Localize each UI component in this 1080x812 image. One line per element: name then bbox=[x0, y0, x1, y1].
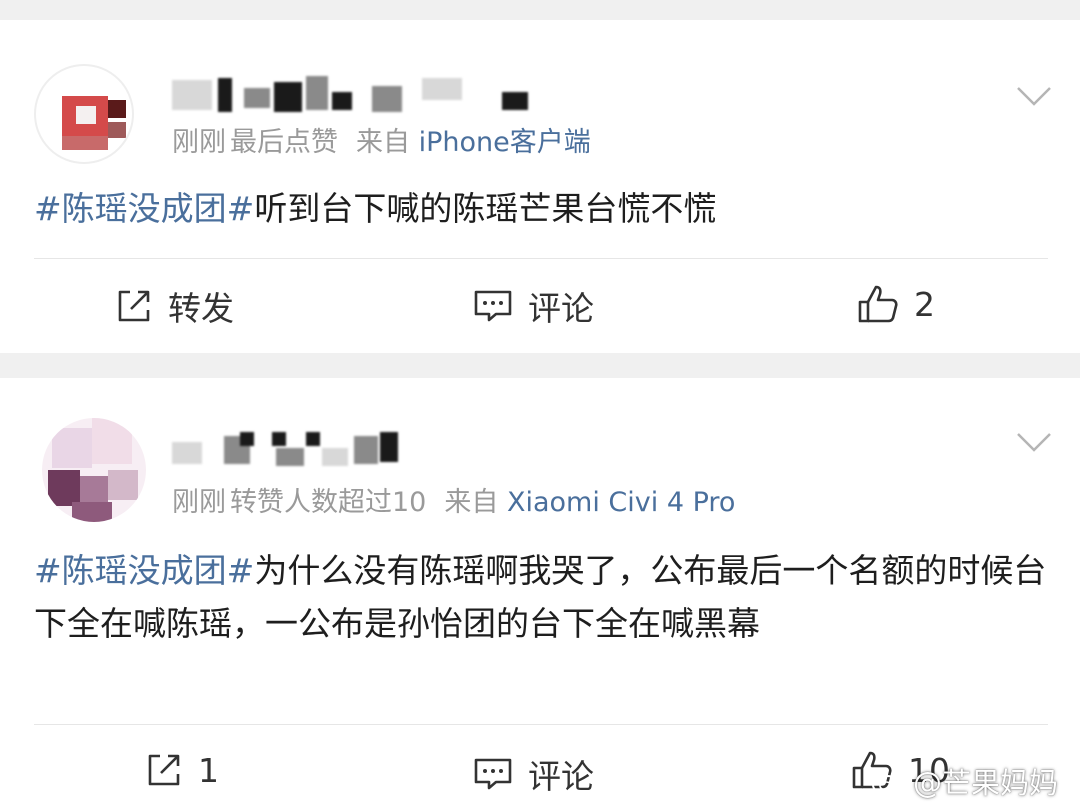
avatar[interactable] bbox=[34, 64, 134, 164]
post-text: 听到台下喊的陈瑶芒果台慌不慌 bbox=[254, 189, 717, 228]
weibo-logo-icon bbox=[871, 769, 906, 795]
meta-extra: 最后点赞 bbox=[230, 127, 338, 158]
post-content: #陈瑶没成团#听到台下喊的陈瑶芒果台慌不慌 bbox=[34, 182, 1048, 235]
post-card[interactable]: 刚刚 转赞人数超过10 来自 Xiaomi Civi 4 Pro #陈瑶没成团#为什… bbox=[0, 378, 1080, 812]
comment-label: 评论 bbox=[528, 289, 594, 328]
like-count: 2 bbox=[914, 284, 935, 324]
repost-button[interactable]: 1 bbox=[144, 750, 219, 790]
comment-label: 评论 bbox=[528, 757, 594, 796]
post-card[interactable]: 刚刚 最后点赞 来自 iPhone客户端 #陈瑶没成团#听到台下喊的陈瑶芒果台慌不慌… bbox=[0, 20, 1080, 353]
watermark-text: @芒果妈妈 bbox=[912, 766, 1058, 800]
repost-icon bbox=[148, 754, 180, 786]
repost-button[interactable]: 转发 bbox=[114, 282, 234, 330]
like-icon bbox=[858, 285, 898, 323]
post-content: #陈瑶没成团#为什么没有陈瑶啊我哭了，公布最后一个名额的时候台下全在喊陈瑶，一公… bbox=[34, 544, 1048, 650]
meta-extra: 转赞人数超过10 bbox=[230, 487, 427, 518]
repost-label: 转发 bbox=[168, 289, 234, 328]
comment-icon bbox=[474, 758, 512, 790]
divider bbox=[34, 724, 1048, 725]
top-gap bbox=[0, 0, 1080, 20]
repost-icon bbox=[118, 290, 150, 322]
username-blurred[interactable] bbox=[172, 428, 412, 468]
chevron-down-icon[interactable] bbox=[1016, 424, 1052, 460]
post-meta: 刚刚 最后点赞 来自 iPhone客户端 bbox=[172, 120, 591, 159]
post-meta: 刚刚 转赞人数超过10 来自 Xiaomi Civi 4 Pro bbox=[172, 480, 735, 519]
chevron-down-icon[interactable] bbox=[1016, 78, 1052, 114]
meta-from: 来自 bbox=[356, 127, 410, 158]
comment-button[interactable]: 评论 bbox=[472, 750, 594, 798]
comment-button[interactable]: 评论 bbox=[472, 282, 594, 330]
repost-count: 1 bbox=[198, 750, 219, 790]
like-button[interactable]: 2 bbox=[856, 282, 935, 326]
watermark: @芒果妈妈 bbox=[871, 760, 1058, 802]
username-blurred[interactable] bbox=[172, 68, 552, 118]
post-time: 刚刚 bbox=[172, 487, 226, 518]
post-source[interactable]: iPhone客户端 bbox=[419, 127, 591, 158]
post-time: 刚刚 bbox=[172, 127, 226, 158]
meta-from: 来自 bbox=[444, 487, 499, 518]
post-source[interactable]: Xiaomi Civi 4 Pro bbox=[507, 487, 735, 518]
avatar[interactable] bbox=[42, 418, 146, 522]
comment-icon bbox=[474, 290, 512, 322]
hashtag-link[interactable]: #陈瑶没成团# bbox=[34, 551, 254, 590]
hashtag-link[interactable]: #陈瑶没成团# bbox=[34, 189, 254, 228]
divider bbox=[34, 258, 1048, 259]
